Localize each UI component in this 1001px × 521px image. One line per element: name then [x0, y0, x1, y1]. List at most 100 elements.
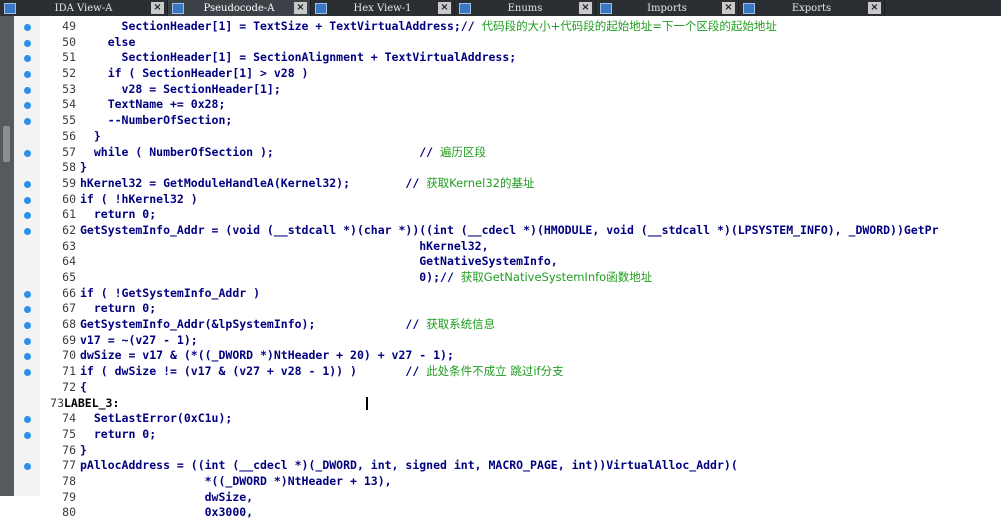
code-line[interactable]: 50 else — [14, 35, 1001, 51]
code-line[interactable]: 65 0);// 获取GetNativeSystemInfo函数地址 — [14, 270, 1001, 286]
code-line[interactable]: 63 hKernel32, — [14, 239, 1001, 255]
code-line[interactable]: 60 if ( !hKernel32 ) — [14, 192, 1001, 208]
close-icon[interactable]: × — [722, 2, 735, 14]
code-text[interactable]: TextName += 0x28; — [80, 97, 226, 113]
code-text[interactable]: *((_DWORD *)NtHeader + 13), — [80, 474, 392, 490]
breakpoint-dot-icon[interactable] — [24, 306, 31, 314]
code-text[interactable]: v17 = ~(v27 - 1); — [80, 333, 198, 349]
breakpoint-dot-icon[interactable] — [24, 102, 31, 110]
close-icon[interactable]: × — [579, 2, 592, 14]
code-text[interactable]: dwSize, — [80, 490, 253, 506]
left-scrollbar[interactable] — [0, 16, 14, 496]
breakpoint-dot-icon[interactable] — [24, 149, 31, 157]
code-text[interactable]: pAllocAddress = ((int (__cdecl *)(_DWORD… — [80, 458, 738, 474]
breakpoint-dot-icon[interactable] — [24, 463, 31, 471]
code-text[interactable]: GetSystemInfo_Addr = (void (__stdcall *)… — [80, 223, 939, 239]
code-text[interactable]: SectionHeader[1] = TextSize + TextVirtua… — [80, 19, 777, 35]
breakpoint-dot-icon[interactable] — [24, 55, 31, 63]
code-label[interactable]: LABEL_3: — [64, 396, 119, 412]
code-line[interactable]: 73 LABEL_3: — [14, 396, 1001, 412]
code-text[interactable]: while ( NumberOfSection ); // 遍历区段 — [80, 145, 486, 161]
code-text[interactable]: 0x3000, — [80, 505, 253, 521]
code-line[interactable]: 78 *((_DWORD *)NtHeader + 13), — [14, 474, 1001, 490]
breakpoint-dot-icon[interactable] — [24, 196, 31, 204]
code-line[interactable]: 75 return 0; — [14, 427, 1001, 443]
code-text[interactable]: hKernel32, — [80, 239, 488, 255]
tab-enums[interactable]: Enums × — [455, 0, 596, 16]
code-line[interactable]: 77 pAllocAddress = ((int (__cdecl *)(_DWO… — [14, 458, 1001, 474]
code-text[interactable]: --NumberOfSection; — [80, 113, 233, 129]
tab-pseudocode[interactable]: Pseudocode-A × — [168, 0, 311, 16]
code-text[interactable]: GetNativeSystemInfo, — [80, 254, 557, 270]
code-text[interactable]: if ( dwSize != (v17 & (v27 + v28 - 1)) )… — [80, 364, 564, 380]
code-line[interactable]: 49 SectionHeader[1] = TextSize + TextVir… — [14, 19, 1001, 35]
code-line[interactable]: 74 SetLastError(0xC1u); — [14, 411, 1001, 427]
code-line[interactable]: 70 dwSize = v17 & (*((_DWORD *)NtHeader +… — [14, 348, 1001, 364]
breakpoint-dot-icon[interactable] — [24, 212, 31, 220]
code-text[interactable]: else — [80, 35, 136, 51]
code-line[interactable]: 61 return 0; — [14, 207, 1001, 223]
code-line[interactable]: 79 dwSize, — [14, 490, 1001, 506]
code-text[interactable]: GetSystemInfo_Addr(&lpSystemInfo); // 获取… — [80, 317, 495, 333]
code-text[interactable]: } — [80, 443, 87, 459]
breakpoint-dot-icon[interactable] — [24, 180, 31, 188]
code-line[interactable]: 66 if ( !GetSystemInfo_Addr ) — [14, 286, 1001, 302]
code-line[interactable]: 52 if ( SectionHeader[1] > v28 ) — [14, 66, 1001, 82]
code-line[interactable]: 57 while ( NumberOfSection ); // 遍历区段 — [14, 145, 1001, 161]
code-line[interactable]: 69 v17 = ~(v27 - 1); — [14, 333, 1001, 349]
code-line[interactable]: 67 return 0; — [14, 301, 1001, 317]
code-line[interactable]: 68 GetSystemInfo_Addr(&lpSystemInfo); // … — [14, 317, 1001, 333]
code-text[interactable]: SetLastError(0xC1u); — [80, 411, 232, 427]
breakpoint-dot-icon[interactable] — [24, 322, 31, 330]
code-text[interactable]: { — [80, 380, 87, 396]
breakpoint-dot-icon[interactable] — [24, 290, 31, 298]
code-line[interactable]: 64 GetNativeSystemInfo, — [14, 254, 1001, 270]
breakpoint-dot-icon[interactable] — [24, 431, 31, 439]
code-line[interactable]: 53 v28 = SectionHeader[1]; — [14, 82, 1001, 98]
code-line[interactable]: 59 hKernel32 = GetModuleHandleA(Kernel32)… — [14, 176, 1001, 192]
code-text[interactable]: v28 = SectionHeader[1]; — [80, 82, 281, 98]
code-line[interactable]: 62 GetSystemInfo_Addr = (void (__stdcall … — [14, 223, 1001, 239]
breakpoint-dot-icon[interactable] — [24, 118, 31, 126]
code-line[interactable]: 55 --NumberOfSection; — [14, 113, 1001, 129]
breakpoint-dot-icon[interactable] — [24, 369, 31, 377]
breakpoint-dot-icon[interactable] — [24, 24, 31, 31]
breakpoint-dot-icon[interactable] — [24, 227, 31, 235]
tab-exports[interactable]: Exports × — [739, 0, 885, 16]
code-line[interactable]: 72 { — [14, 380, 1001, 396]
code-text[interactable]: return 0; — [80, 301, 156, 317]
code-text[interactable]: } — [80, 129, 101, 145]
code-text[interactable]: dwSize = v17 & (*((_DWORD *)NtHeader + 2… — [80, 348, 454, 364]
scrollbar-thumb[interactable] — [3, 126, 10, 162]
breakpoint-dot-icon[interactable] — [24, 416, 31, 424]
code-line[interactable]: 76} — [14, 443, 1001, 459]
code-line[interactable]: 58} — [14, 160, 1001, 176]
code-line[interactable]: 51 SectionHeader[1] = SectionAlignment +… — [14, 50, 1001, 66]
breakpoint-dot-icon[interactable] — [24, 39, 31, 47]
code-line[interactable]: 56 } — [14, 129, 1001, 145]
breakpoint-dot-icon[interactable] — [24, 71, 31, 79]
code-text[interactable]: if ( !hKernel32 ) — [80, 192, 198, 208]
code-text[interactable]: SectionHeader[1] = SectionAlignment + Te… — [80, 50, 517, 66]
close-icon[interactable]: × — [294, 2, 307, 14]
tab-ida-view[interactable]: IDA View-A × — [0, 0, 168, 16]
code-line[interactable]: 71 if ( dwSize != (v17 & (v27 + v28 - 1))… — [14, 364, 1001, 380]
breakpoint-dot-icon[interactable] — [24, 353, 31, 361]
breakpoint-dot-icon[interactable] — [24, 86, 31, 94]
code-text[interactable]: } — [80, 160, 87, 176]
close-icon[interactable]: × — [438, 2, 451, 14]
code-text[interactable]: return 0; — [80, 427, 156, 443]
tab-imports[interactable]: Imports × — [596, 0, 739, 16]
breakpoint-dot-icon[interactable] — [24, 337, 31, 345]
code-line[interactable]: 80 0x3000, — [14, 505, 1001, 521]
pseudocode-view[interactable]: 49 SectionHeader[1] = TextSize + TextVir… — [14, 19, 1001, 521]
code-text[interactable]: if ( !GetSystemInfo_Addr ) — [80, 286, 260, 302]
tab-hex-view[interactable]: Hex View-1 × — [311, 0, 455, 16]
code-text[interactable]: 0);// 获取GetNativeSystemInfo函数地址 — [80, 270, 652, 286]
code-text[interactable]: hKernel32 = GetModuleHandleA(Kernel32); … — [80, 176, 534, 192]
close-icon[interactable]: × — [868, 2, 881, 14]
code-text[interactable]: if ( SectionHeader[1] > v28 ) — [80, 66, 309, 82]
code-line[interactable]: 54 TextName += 0x28; — [14, 97, 1001, 113]
close-icon[interactable]: × — [151, 2, 164, 14]
code-text[interactable]: return 0; — [80, 207, 156, 223]
